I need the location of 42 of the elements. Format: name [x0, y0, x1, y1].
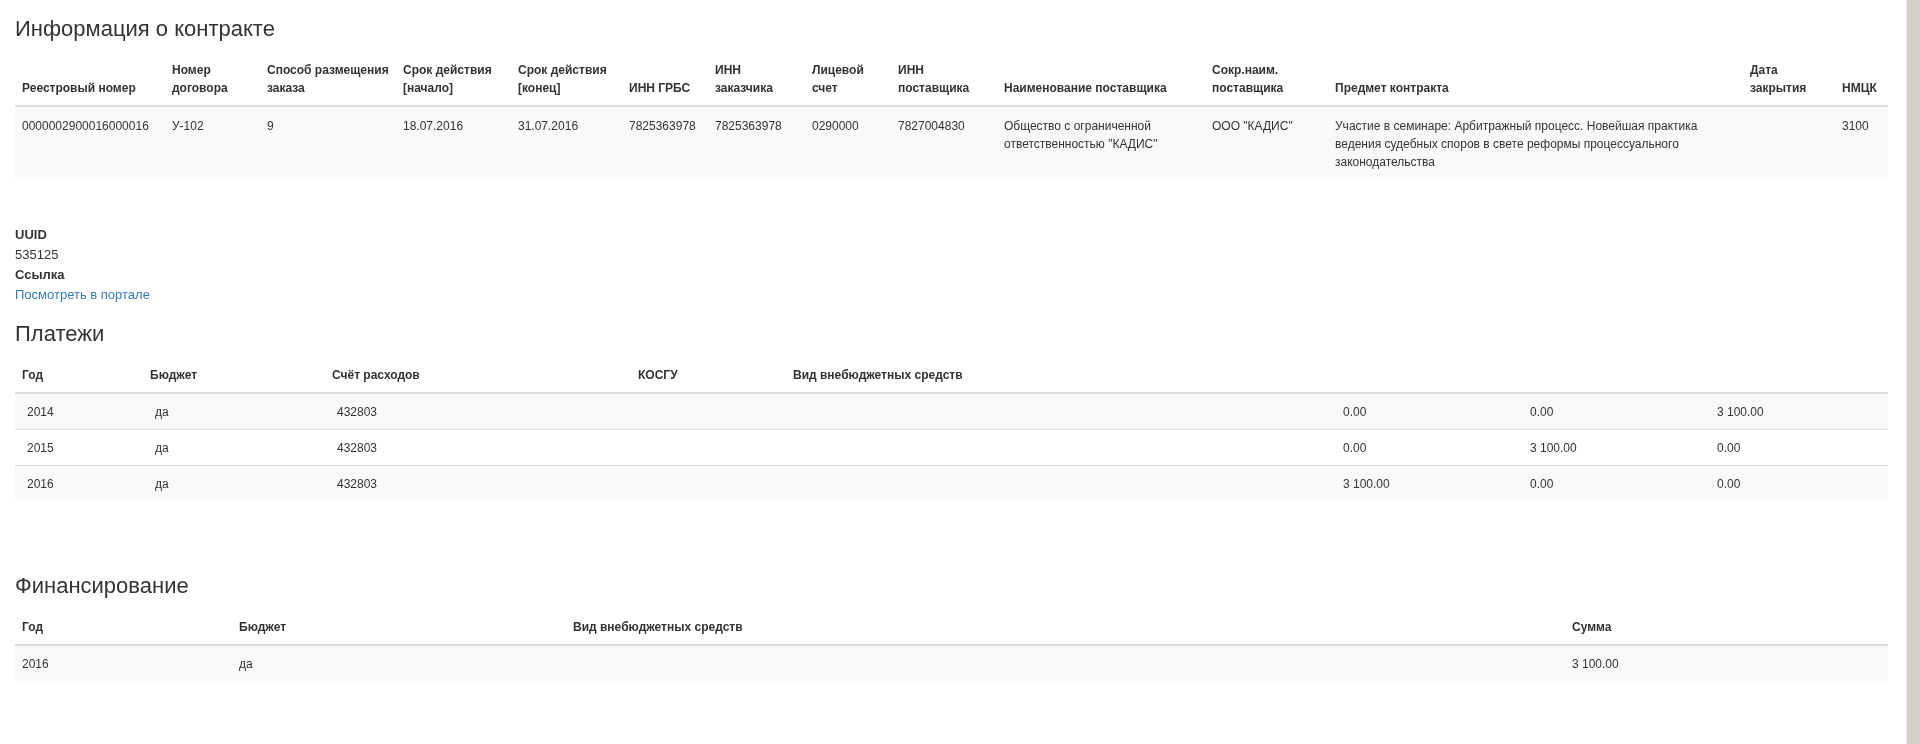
field-label: UUID	[15, 226, 47, 244]
table-cell: 7825363978	[622, 106, 708, 179]
table-cell: 2016	[15, 465, 143, 501]
table-cell: 7825363978	[708, 106, 805, 179]
table-cell: Общество с ограниченной ответственностью "КАДИС"	[997, 106, 1205, 179]
table-cell: 0000002900016000016	[15, 106, 165, 179]
table-cell: У-102	[165, 106, 260, 179]
table-cell: да	[143, 465, 325, 501]
table-cell: 0.00	[1331, 393, 1518, 430]
table-cell: 0.00	[1518, 393, 1705, 430]
section-heading: Финансирование	[15, 573, 190, 599]
table-cell: да	[232, 645, 566, 681]
scrollbar[interactable]	[1906, 0, 1920, 744]
field-value: 535125	[15, 246, 59, 264]
table-cell: Участие в семинаре: Арбитражный процесс. Новейшая практика ведения судебных споров в свете реформы процессуального законодательства	[1328, 106, 1743, 179]
table-cell: 3 100.00	[1565, 645, 1888, 681]
table-cell: 0.00	[1705, 429, 1888, 466]
table-cell: 432803	[325, 465, 631, 501]
table-cell: да	[143, 429, 325, 466]
field-label: Ссылка	[15, 266, 65, 284]
table-cell: 2015	[15, 429, 143, 466]
section-heading: Платежи	[15, 321, 106, 347]
table-cell: 7827004830	[891, 106, 997, 179]
table-cell: 3 100.00	[1518, 429, 1705, 466]
table-cell: 432803	[325, 429, 631, 466]
table-cell: 0.00	[1705, 465, 1888, 501]
table-cell: 18.07.2016	[396, 106, 511, 179]
portal-link[interactable]: Посмотреть в портале	[15, 285, 150, 305]
table-cell: 0.00	[1518, 465, 1705, 501]
table-cell: 3100	[1835, 106, 1888, 179]
table-cell: ООО "КАДИС"	[1205, 106, 1328, 179]
section-heading: Информация о контракте	[15, 16, 276, 42]
table-cell: 2014	[15, 393, 143, 430]
table-cell: 432803	[325, 393, 631, 430]
table-cell: 31.07.2016	[511, 106, 622, 179]
table-cell: 9	[260, 106, 396, 179]
table-cell: 0290000	[805, 106, 891, 179]
table-cell: 0.00	[1331, 429, 1518, 466]
table-cell: 3 100.00	[1705, 393, 1888, 430]
table-cell: 2016	[15, 645, 232, 681]
table-cell: 3 100.00	[1331, 465, 1518, 501]
table-cell: да	[143, 393, 325, 430]
